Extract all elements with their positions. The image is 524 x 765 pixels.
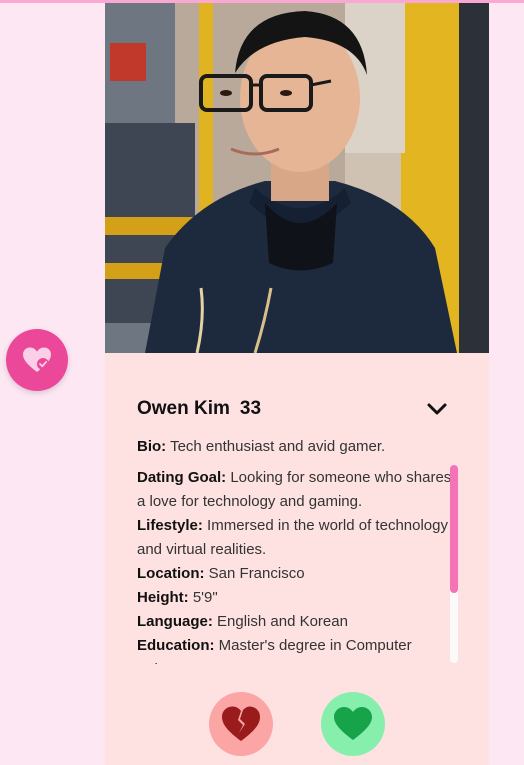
- scrollbar-thumb[interactable]: [450, 465, 458, 593]
- detail-label: Height:: [137, 589, 189, 606]
- matches-button[interactable]: [6, 329, 68, 391]
- like-button[interactable]: [321, 692, 385, 756]
- pass-button[interactable]: [209, 692, 273, 756]
- details-scrollbar[interactable]: [450, 465, 458, 663]
- heart-check-icon: [23, 347, 51, 372]
- detail-row: Language: English and Korean: [137, 610, 459, 634]
- detail-row: Height: 5'9": [137, 586, 459, 610]
- detail-label: Lifestyle:: [137, 517, 203, 534]
- detail-row: Dating Goal: Looking for someone who sha…: [137, 466, 459, 514]
- bio-label: Bio:: [137, 438, 167, 455]
- bio-text: Tech enthusiast and avid gamer.: [170, 438, 386, 455]
- profile-name: Owen Kim: [137, 398, 230, 419]
- profile-age: 33: [239, 398, 262, 419]
- detail-label: Dating Goal:: [137, 469, 227, 486]
- detail-row: Education: Master's degree in Computer S…: [137, 634, 459, 664]
- detail-row: Location: San Francisco: [137, 562, 459, 586]
- profile-info: Owen Kim 33 Bio: Tech enthusiast and avi…: [105, 353, 489, 765]
- profile-card[interactable]: Owen Kim 33 Bio: Tech enthusiast and avi…: [105, 3, 489, 765]
- detail-value: English and Korean: [217, 613, 348, 630]
- detail-label: Language:: [137, 613, 213, 630]
- detail-value: San Francisco: [208, 565, 305, 582]
- broken-heart-icon: [222, 706, 260, 741]
- profile-photo: [105, 3, 489, 353]
- heart-icon: [334, 707, 372, 740]
- detail-label: Education:: [137, 637, 215, 654]
- details-scroll-area[interactable]: Dating Goal: Looking for someone who sha…: [137, 466, 459, 664]
- bio: Bio: Tech enthusiast and avid gamer.: [137, 437, 447, 457]
- detail-row: Lifestyle: Immersed in the world of tech…: [137, 514, 459, 562]
- chevron-down-icon[interactable]: [425, 397, 449, 421]
- details-list: Dating Goal: Looking for someone who sha…: [137, 466, 459, 664]
- detail-value: 5'9": [192, 589, 218, 606]
- name-row: Owen Kim 33: [137, 395, 449, 423]
- detail-label: Location:: [137, 565, 205, 582]
